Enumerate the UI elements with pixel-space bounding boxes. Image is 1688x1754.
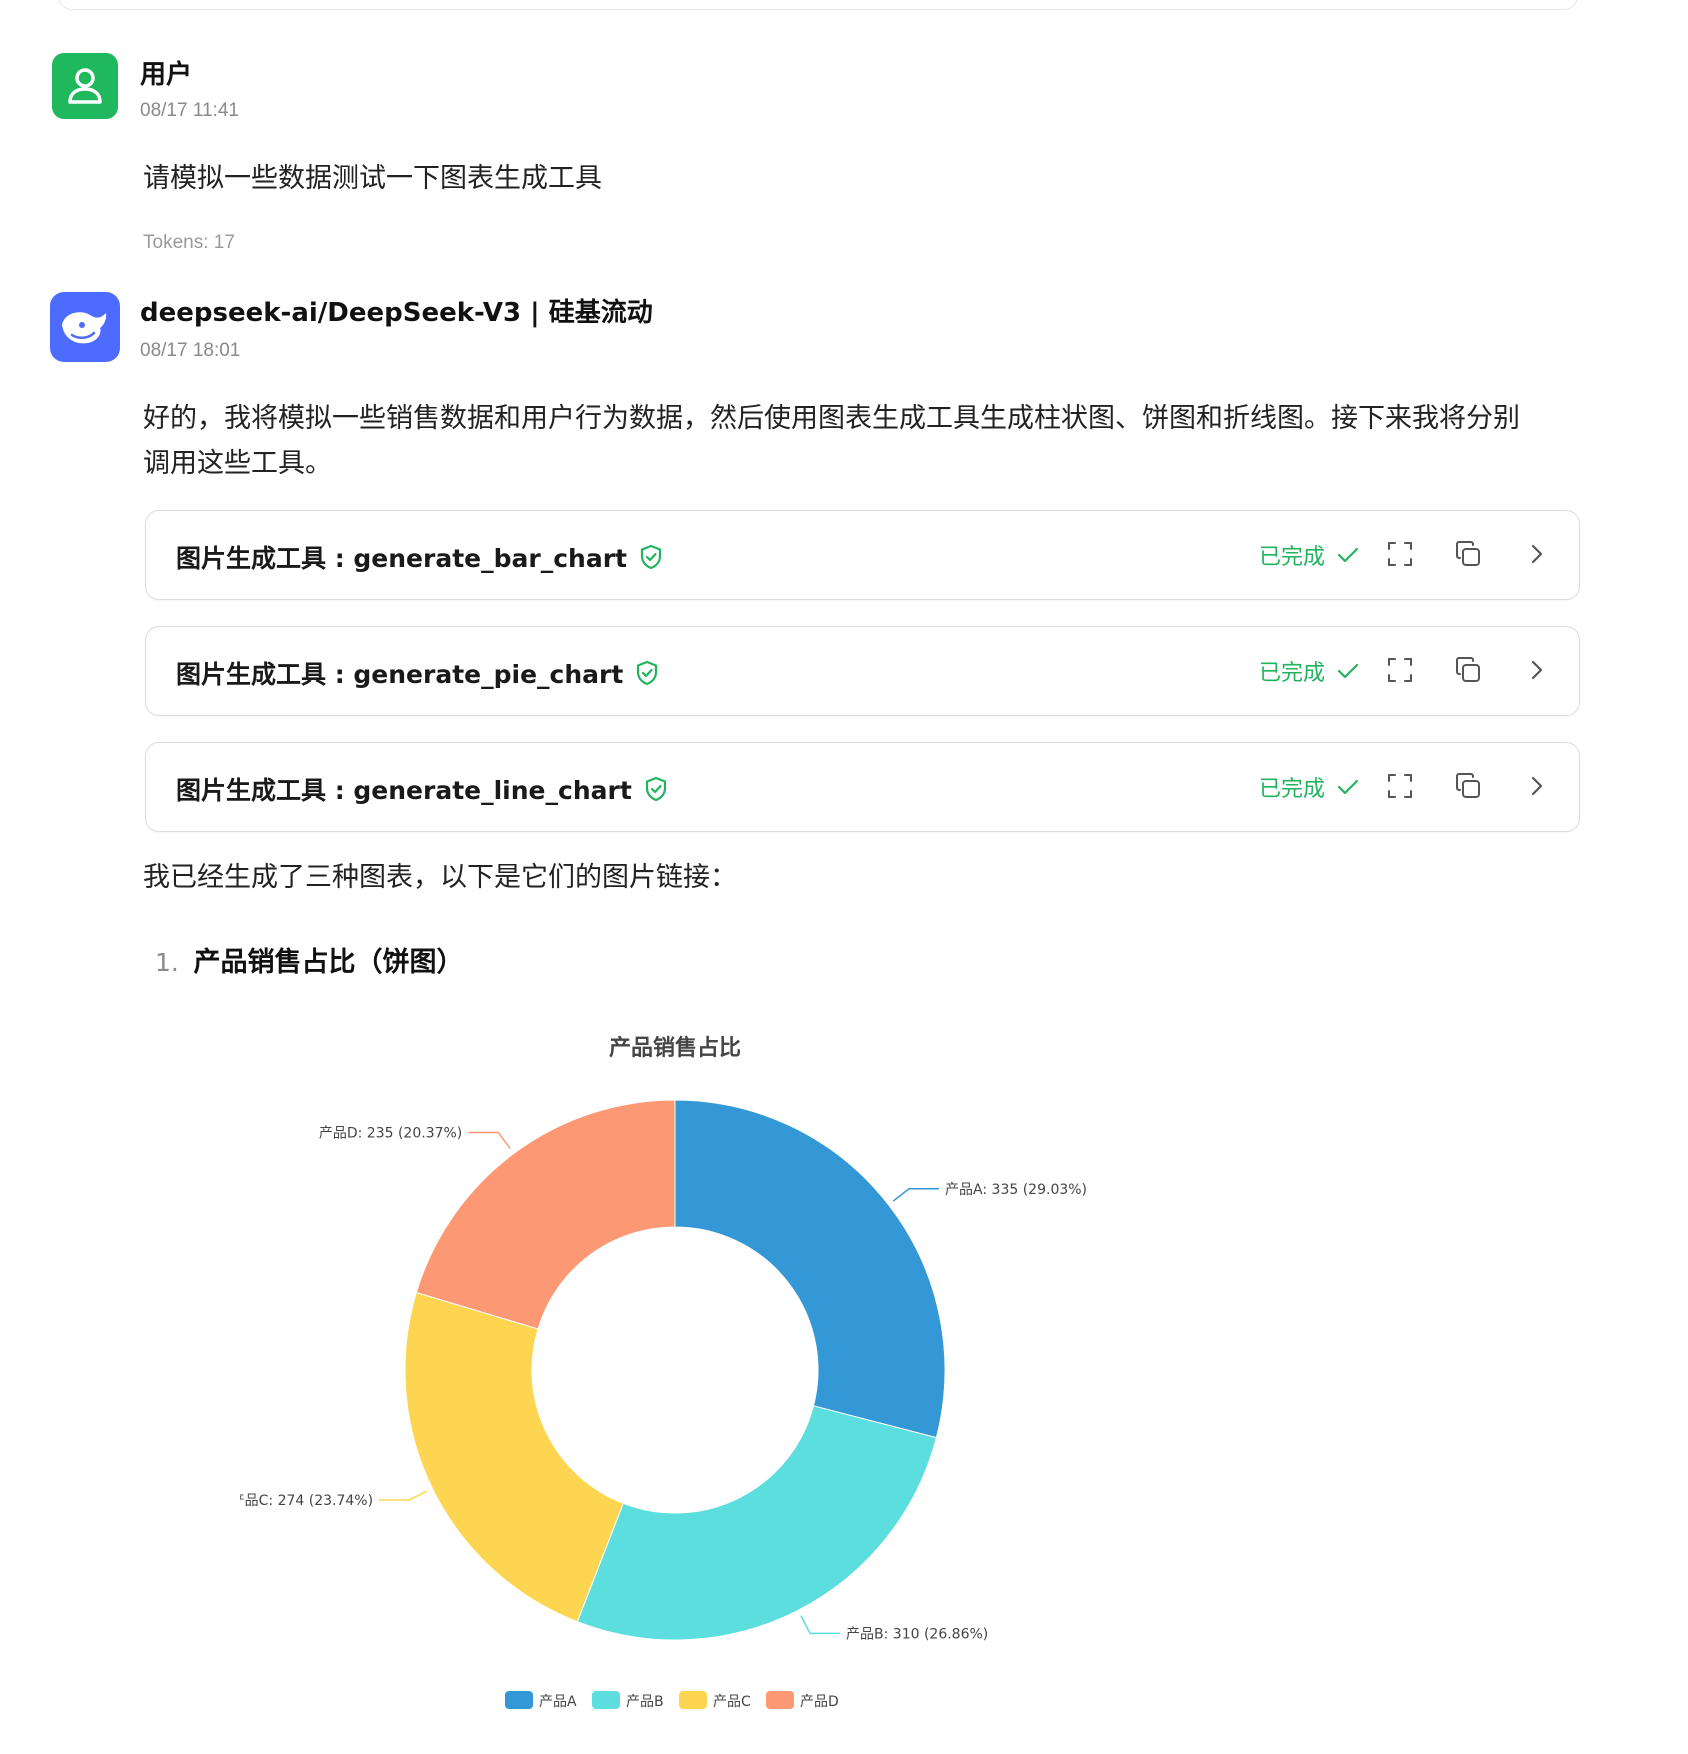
chevron-right-icon [1531,660,1543,680]
bot-name: deepseek-ai/DeepSeek-V3 | 硅基流动 [140,298,653,328]
check-icon [1337,547,1359,563]
label-leader-line [892,1188,940,1202]
user-message-text: 请模拟一些数据测试一下图表生成工具 [143,163,602,194]
copy-button[interactable] [1451,653,1485,687]
user-name: 用户 [140,60,193,90]
tool-status: 已完成 [1259,539,1359,571]
tool-card-bar-chart[interactable]: 图片生成工具 : generate_bar_chart 已完成 [145,510,1580,600]
legend-swatch-1 [505,1691,533,1709]
label-leader-line [800,1615,841,1635]
shield-check-icon [637,660,658,686]
slice-label-2: 产品B: 310 (26.86%) [846,1626,988,1642]
expand-button[interactable] [1383,537,1417,571]
copy-button[interactable] [1451,769,1485,803]
copy-icon [1456,773,1480,798]
chevron-right-icon [1531,776,1543,796]
expand-icon [1388,774,1412,798]
legend-label-1: 产品A [539,1694,577,1710]
toggle-details-button[interactable] [1519,653,1553,687]
tool-card-line-chart[interactable]: 图片生成工具 : generate_line_chart 已完成 [145,742,1580,832]
copy-icon [1456,541,1480,566]
shield-check-icon [645,776,666,802]
tool-label: 图片生成工具 : generate_bar_chart [176,544,627,573]
previous-message-frame [58,0,1578,10]
user-avatar [52,53,118,119]
tool-label: 图片生成工具 : generate_line_chart [176,776,632,805]
expand-button[interactable] [1383,769,1417,803]
toggle-details-button[interactable] [1519,769,1553,803]
expand-button[interactable] [1383,653,1417,687]
status-label: 已完成 [1258,661,1325,686]
tool-title: 图片生成工具 : generate_bar_chart [176,539,663,575]
list-number: 1. [155,948,179,977]
legend-label-2: 产品B [626,1694,664,1710]
shield-check-icon [640,544,662,570]
legend-swatch-4 [766,1691,794,1709]
expand-icon [1388,658,1412,682]
label-leader-line [379,1490,428,1501]
list-title: 产品销售占比（饼图） [193,947,464,978]
whale-icon [62,312,107,344]
expand-icon [1388,542,1412,566]
pie-slice-1 [674,1099,946,1439]
tool-card-pie-chart[interactable]: 图片生成工具 : generate_pie_chart 已完成 [145,626,1580,716]
legend-swatch-3 [679,1691,707,1709]
list-item: 1. 产品销售占比（饼图） [155,940,463,979]
label-leader-line [468,1131,511,1150]
user-token-count: Tokens: 17 [143,232,235,253]
slice-label-4: 产品D: 235 (20.37%) [319,1126,462,1142]
tool-status: 已完成 [1259,655,1359,687]
user-icon [68,68,102,104]
legend-label-4: 产品D [800,1694,839,1710]
check-icon [1337,779,1359,795]
slice-label-3: 产品C: 274 (23.74%) [240,1493,373,1509]
bot-summary-text: 我已经生成了三种图表，以下是它们的图片链接： [143,862,737,893]
bot-message-time: 08/17 18:01 [140,340,241,361]
tool-status: 已完成 [1259,771,1359,803]
bot-intro-line-1: 好的，我将模拟一些销售数据和用户行为数据，然后使用图表生成工具生成柱状图、饼图和… [143,403,1520,434]
toggle-details-button[interactable] [1519,537,1553,571]
tool-title: 图片生成工具 : generate_line_chart [176,771,668,807]
chevron-right-icon [1531,544,1543,564]
bot-avatar [50,292,120,362]
bot-intro-line-2: 调用这些工具。 [143,448,332,479]
tool-title: 图片生成工具 : generate_pie_chart [176,655,659,691]
check-icon [1337,663,1359,679]
status-label: 已完成 [1258,545,1325,570]
pie-slice-3 [404,1291,624,1623]
legend-swatch-2 [592,1691,620,1709]
pie-slice-2 [576,1405,938,1641]
chart-title: 产品销售占比 [609,1035,741,1061]
copy-button[interactable] [1451,537,1485,571]
pie-chart: 产品销售占比产品A: 335 (29.03%) 产品B: 310 (26.86%)… [240,1035,1087,1710]
tool-label: 图片生成工具 : generate_pie_chart [176,660,624,689]
slice-label-1: 产品A: 335 (29.03%) [945,1182,1087,1198]
user-message-time: 08/17 11:41 [140,100,239,121]
status-label: 已完成 [1258,777,1325,802]
legend-label-3: 产品C [713,1694,751,1710]
copy-icon [1456,657,1480,682]
